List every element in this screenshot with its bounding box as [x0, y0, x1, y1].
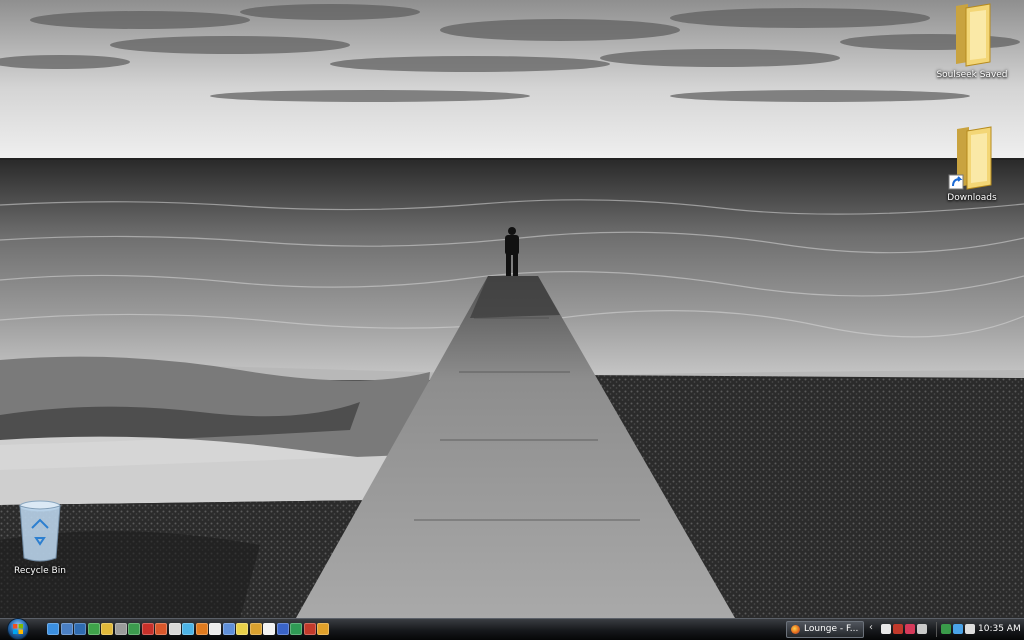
folder-shortcut-icon [948, 126, 992, 190]
recycle-bin-icon [19, 500, 61, 562]
clock[interactable]: 10:35 AM [978, 619, 1021, 640]
app-icon[interactable] [141, 623, 154, 635]
app-icon[interactable] [114, 623, 127, 635]
volume-icon[interactable] [965, 624, 975, 634]
app-icon[interactable] [168, 623, 181, 635]
app-icon[interactable] [209, 623, 221, 635]
desktop-icon-label: Soulseek Saved [936, 70, 1008, 80]
app-icon[interactable] [290, 623, 302, 635]
folder-icon [956, 3, 991, 67]
start-button[interactable] [5, 617, 31, 640]
app-icon[interactable] [236, 623, 248, 635]
taskbar: Lounge - F... ‹ 10:35 AM [0, 618, 1024, 640]
media-player-icon[interactable] [74, 623, 86, 635]
firefox-icon [791, 625, 800, 634]
tray-divider [936, 622, 937, 637]
desktop-icon-recycle-bin[interactable]: Recycle Bin [0, 498, 80, 577]
internet-explorer-icon[interactable] [47, 623, 59, 635]
desktop-icon-downloads[interactable]: Downloads [932, 125, 1012, 204]
app-icon[interactable] [917, 624, 927, 634]
desktop-icon-soulseek-saved[interactable]: Soulseek Saved [932, 2, 1012, 81]
desktop[interactable]: Soulseek Saved Downloads Recycle Bin [0, 0, 1024, 618]
tray-expand-icon[interactable]: ‹ [869, 622, 873, 633]
network-icon[interactable] [953, 624, 963, 634]
desktop-icon-label: Recycle Bin [14, 566, 66, 576]
show-desktop-icon[interactable] [60, 623, 73, 635]
app-icon[interactable] [222, 623, 235, 635]
app-icon[interactable] [249, 623, 262, 635]
taskbar-button-label: Lounge - F... [804, 624, 859, 634]
app-icon[interactable] [155, 623, 167, 635]
zonealarm-icon[interactable] [881, 624, 891, 634]
app-icon[interactable] [87, 623, 100, 635]
app-icon[interactable] [905, 624, 915, 634]
app-icon[interactable] [263, 623, 275, 635]
app-icon[interactable] [101, 623, 113, 635]
app-icon[interactable] [303, 623, 316, 635]
app-icon[interactable] [941, 624, 951, 634]
app-icon[interactable] [893, 624, 903, 634]
app-icon[interactable] [276, 623, 289, 635]
app-icon[interactable] [317, 623, 329, 635]
taskbar-button-lounge[interactable]: Lounge - F... [786, 621, 864, 638]
desktop-icon-label: Downloads [947, 193, 997, 203]
wallpaper-image [0, 0, 1024, 618]
app-icon[interactable] [195, 623, 208, 635]
app-icon[interactable] [182, 623, 194, 635]
app-icon[interactable] [128, 623, 140, 635]
